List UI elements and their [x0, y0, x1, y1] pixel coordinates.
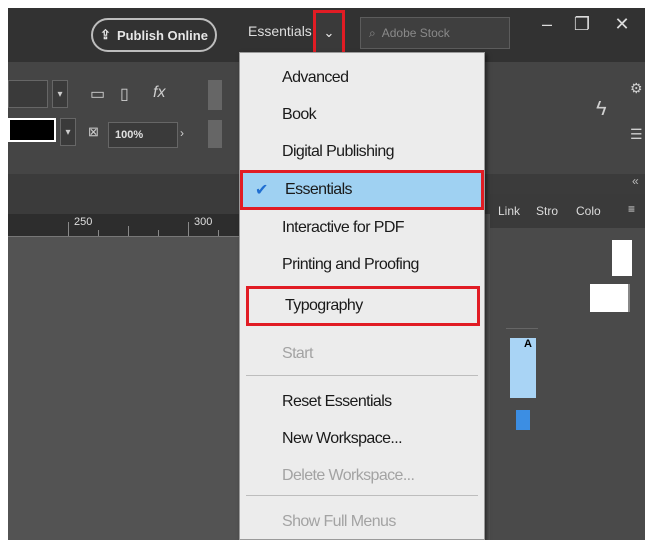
- selected-page-number[interactable]: [516, 410, 530, 430]
- workspace-menu: Advanced Book Digital Publishing ✔ Essen…: [239, 52, 485, 540]
- menu-item-typography[interactable]: Typography: [246, 286, 480, 326]
- panel-menu-icon[interactable]: ☰: [630, 126, 643, 143]
- ruler-tick: [218, 230, 219, 236]
- menu-item-reset-essentials[interactable]: Reset Essentials: [240, 385, 484, 419]
- minimize-button[interactable]: –: [533, 14, 561, 35]
- ruler-tick: [68, 222, 69, 236]
- chevron-down-icon: ⌄: [323, 25, 335, 40]
- workspace-switcher-label[interactable]: Essentials: [248, 23, 312, 39]
- tab-stroke[interactable]: Stro: [536, 204, 558, 218]
- menu-item-printing-and-proofing[interactable]: Printing and Proofing: [240, 248, 484, 282]
- menu-separator: [246, 375, 478, 376]
- menu-item-delete-workspace[interactable]: Delete Workspace...: [240, 459, 484, 493]
- fx-icon[interactable]: fx: [153, 84, 165, 102]
- panel-menu-icon[interactable]: ≡: [628, 202, 635, 216]
- menu-item-show-full-menus[interactable]: Show Full Menus: [240, 505, 484, 539]
- menu-item-book[interactable]: Book: [240, 98, 484, 132]
- gear-icon[interactable]: ⚙: [630, 80, 643, 97]
- menu-separator: [246, 495, 478, 496]
- menu-item-start[interactable]: Start: [240, 337, 484, 371]
- menu-item-digital-publishing[interactable]: Digital Publishing: [240, 135, 484, 169]
- align-icon[interactable]: [208, 80, 222, 110]
- collapse-icon[interactable]: «: [632, 174, 639, 188]
- ruler-tick: [158, 230, 159, 236]
- menu-item-advanced[interactable]: Advanced: [240, 61, 484, 95]
- ruler-tick-label: 300: [194, 216, 213, 228]
- ruler-tick: [98, 230, 99, 236]
- stroke-swatch[interactable]: [8, 118, 56, 142]
- frame-icon[interactable]: ▭: [90, 84, 105, 104]
- menu-item-essentials[interactable]: ✔ Essentials: [240, 170, 484, 210]
- share-icon: ⇪: [100, 27, 111, 42]
- publish-online-button[interactable]: ⇪ Publish Online: [91, 18, 217, 52]
- workspace-dropdown-button[interactable]: ⌄: [313, 10, 345, 56]
- magnifier-icon: ⌕: [369, 25, 376, 40]
- menu-item-new-workspace[interactable]: New Workspace...: [240, 422, 484, 456]
- horizontal-ruler: 250 300: [8, 214, 240, 237]
- panel-tab-bar: Link Stro Colo ≡: [490, 194, 645, 228]
- lightning-icon[interactable]: ϟ: [596, 98, 607, 121]
- spread-thumbnail[interactable]: [590, 284, 630, 312]
- parent-page-thumbnail[interactable]: A: [510, 338, 536, 398]
- restore-button[interactable]: ❐: [568, 14, 596, 35]
- tab-color[interactable]: Colo: [576, 204, 601, 218]
- adobe-stock-search[interactable]: ⌕ Adobe Stock: [360, 17, 510, 49]
- effects-icon[interactable]: [208, 120, 222, 148]
- page-thumbnail[interactable]: [612, 240, 632, 276]
- publish-online-label: Publish Online: [116, 27, 208, 43]
- app-window: ⇪ Publish Online Essentials ⌄ ⌕ Adobe St…: [8, 8, 645, 540]
- search-placeholder: Adobe Stock: [381, 26, 450, 40]
- ruler-tick-label: 250: [74, 216, 93, 228]
- pages-panel: A: [490, 228, 645, 540]
- divider: [506, 328, 538, 329]
- tab-links[interactable]: Link: [498, 204, 520, 218]
- fill-field[interactable]: [8, 80, 48, 108]
- close-button[interactable]: ✕: [608, 14, 636, 35]
- page-icon[interactable]: ▯: [120, 84, 129, 104]
- opacity-value: 100%: [115, 129, 144, 141]
- opacity-field[interactable]: 100%: [108, 122, 178, 148]
- opacity-icon: ⊠: [88, 124, 99, 139]
- ruler-tick: [128, 226, 129, 236]
- stroke-dropdown[interactable]: ▾: [60, 118, 76, 146]
- ruler-tick: [188, 222, 189, 236]
- parent-page-letter: A: [524, 338, 532, 350]
- chevron-right-icon[interactable]: ›: [180, 126, 184, 140]
- checkmark-icon: ✔: [255, 182, 268, 199]
- fill-dropdown[interactable]: ▾: [52, 80, 68, 108]
- menu-item-interactive-for-pdf[interactable]: Interactive for PDF: [240, 211, 484, 245]
